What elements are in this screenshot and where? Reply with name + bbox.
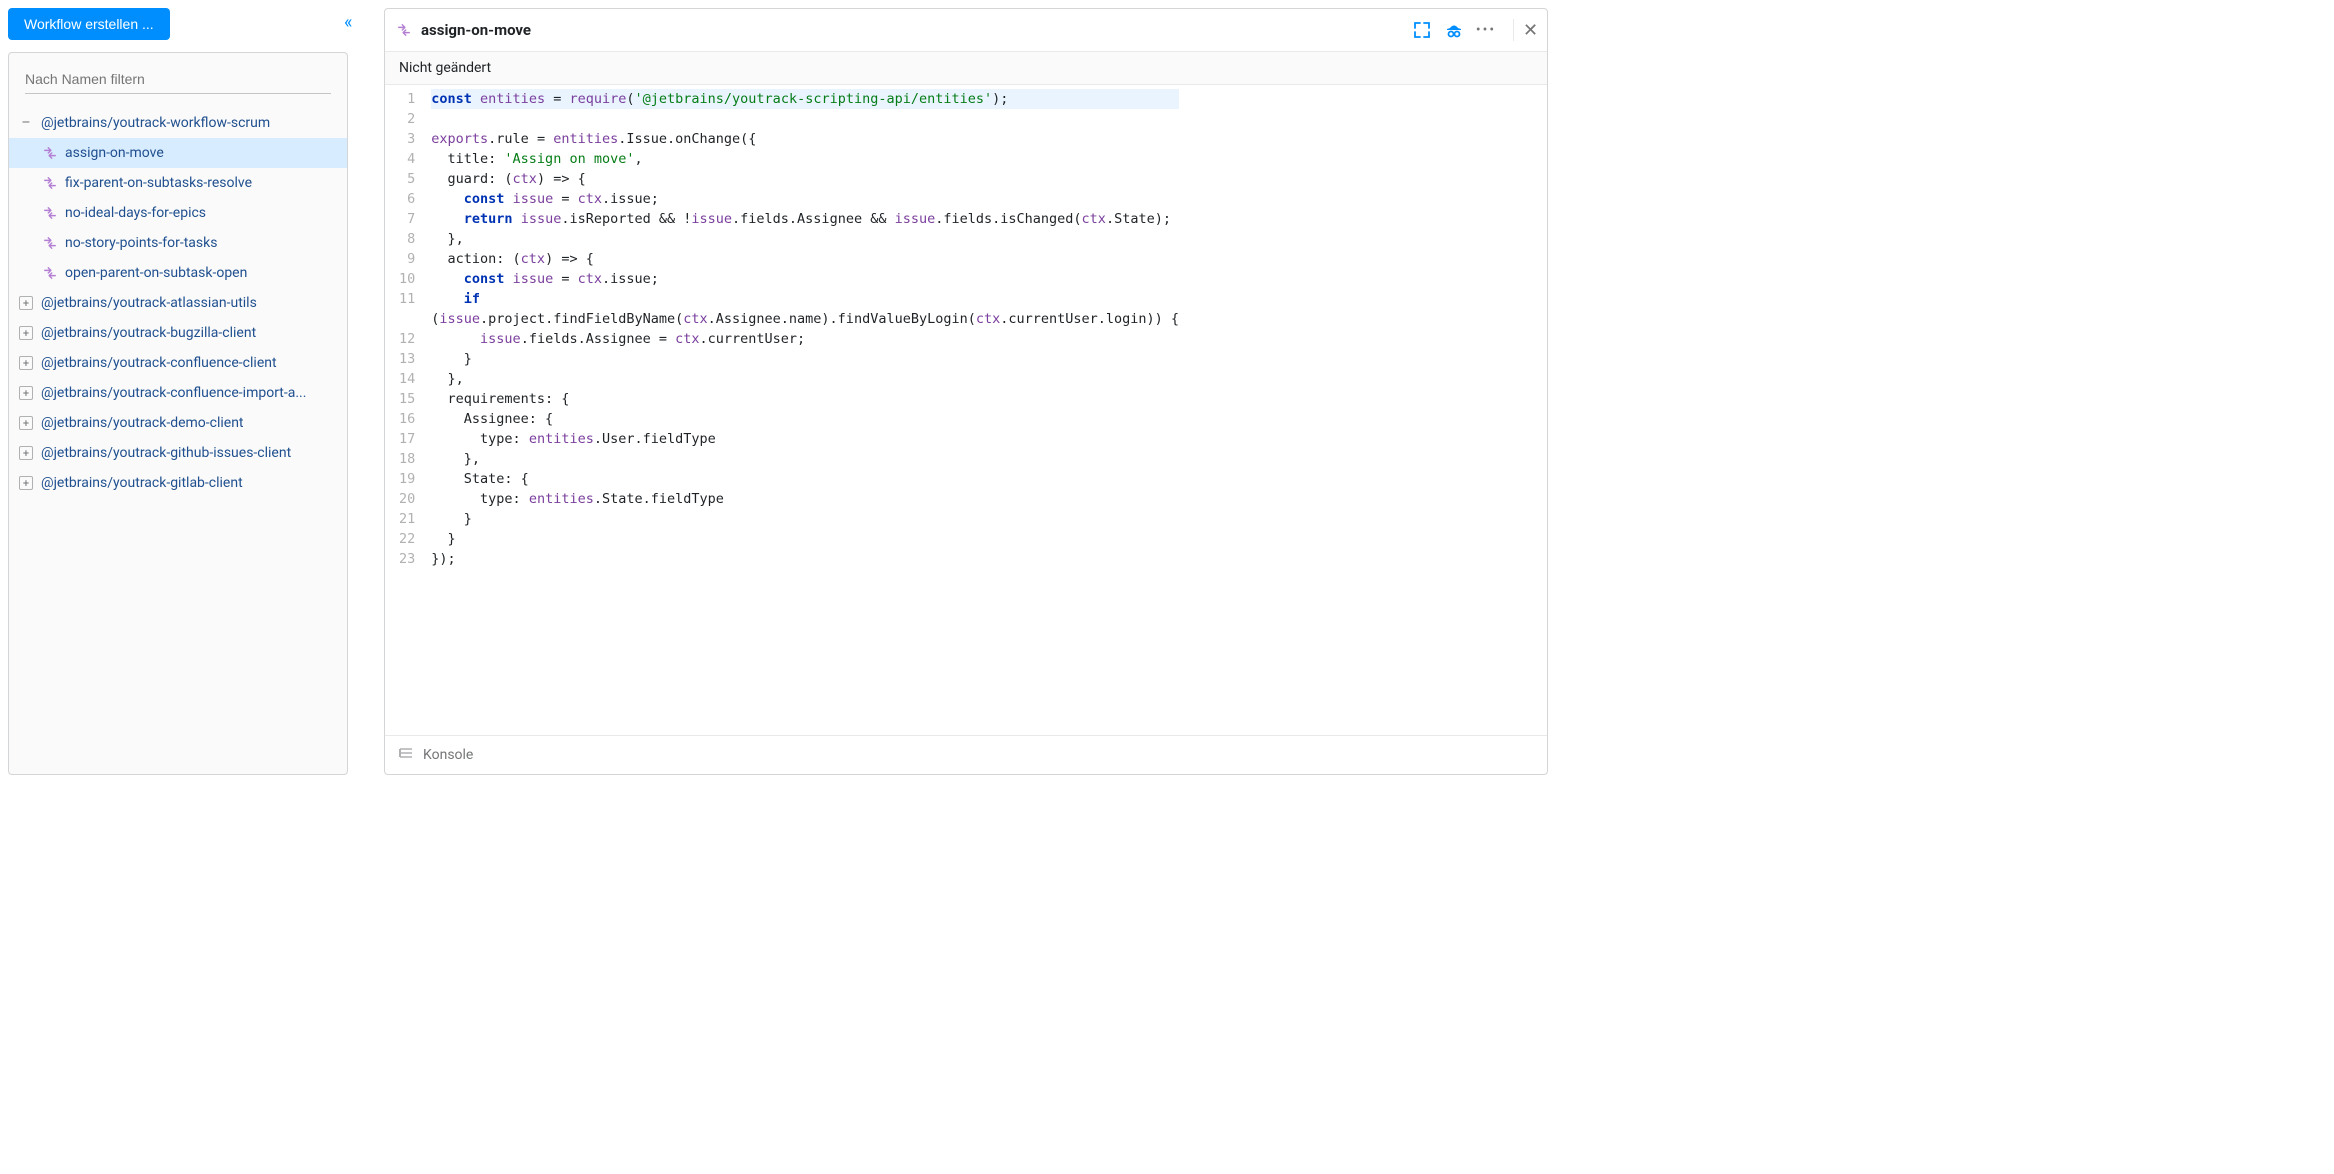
console-bar[interactable]: Konsole — [385, 735, 1547, 774]
tree-item[interactable]: fix-parent-on-subtasks-resolve — [9, 168, 347, 198]
editor-panel: assign-on-move ••• ✕ Nicht geändert 1234… — [384, 8, 1548, 775]
tree-item[interactable]: no-ideal-days-for-epics — [9, 198, 347, 228]
create-workflow-button[interactable]: Workflow erstellen ... — [8, 8, 170, 40]
tree-group[interactable]: –@jetbrains/youtrack-workflow-scrum — [9, 108, 347, 138]
tree-group[interactable]: + @jetbrains/youtrack-demo-client — [9, 408, 347, 438]
tree-group[interactable]: + @jetbrains/youtrack-gitlab-client — [9, 468, 347, 498]
tree-label: @jetbrains/youtrack-gitlab-client — [41, 475, 243, 491]
expand-icon[interactable]: + — [19, 446, 33, 460]
tree-label: open-parent-on-subtask-open — [65, 265, 247, 281]
tree-label: @jetbrains/youtrack-confluence-client — [41, 355, 277, 371]
tree-item[interactable]: open-parent-on-subtask-open — [9, 258, 347, 288]
workflow-tree-panel: –@jetbrains/youtrack-workflow-scrum assig… — [8, 52, 348, 775]
code-content[interactable]: const entities = require('@jetbrains/you… — [423, 85, 1187, 735]
tree-item[interactable]: assign-on-move — [9, 138, 347, 168]
editor-status: Nicht geändert — [385, 52, 1547, 85]
console-label: Konsole — [423, 747, 473, 763]
expand-icon[interactable]: + — [19, 356, 33, 370]
tree-label: @jetbrains/youtrack-bugzilla-client — [41, 325, 256, 341]
editor-header: assign-on-move ••• ✕ — [385, 9, 1547, 52]
expand-icon[interactable]: + — [19, 296, 33, 310]
expand-icon[interactable]: + — [19, 416, 33, 430]
tree-group[interactable]: + @jetbrains/youtrack-atlassian-utils — [9, 288, 347, 318]
expand-icon[interactable]: + — [19, 476, 33, 490]
tree-label: assign-on-move — [65, 145, 164, 161]
tree-label: @jetbrains/youtrack-confluence-import-a.… — [41, 385, 306, 401]
tree-item[interactable]: no-story-points-for-tasks — [9, 228, 347, 258]
tree-group[interactable]: + @jetbrains/youtrack-github-issues-clien… — [9, 438, 347, 468]
tree-label: @jetbrains/youtrack-demo-client — [41, 415, 244, 431]
tree-label: @jetbrains/youtrack-atlassian-utils — [41, 295, 257, 311]
tree-label: no-ideal-days-for-epics — [65, 205, 206, 221]
console-icon — [399, 746, 413, 764]
tree-label: @jetbrains/youtrack-github-issues-client — [41, 445, 291, 461]
workflow-rule-icon — [43, 236, 57, 250]
tree-label: fix-parent-on-subtasks-resolve — [65, 175, 252, 191]
editor-title: assign-on-move — [421, 21, 531, 39]
code-editor[interactable]: 1234567891011121314151617181920212223 co… — [385, 85, 1547, 735]
expand-icon[interactable]: + — [19, 326, 33, 340]
collapse-icon[interactable]: – — [19, 116, 33, 130]
collapse-sidebar-icon[interactable]: « — [344, 12, 352, 33]
tree-group[interactable]: + @jetbrains/youtrack-confluence-client — [9, 348, 347, 378]
workflow-tree: –@jetbrains/youtrack-workflow-scrum assig… — [9, 102, 347, 504]
tree-group[interactable]: + @jetbrains/youtrack-bugzilla-client — [9, 318, 347, 348]
incognito-icon[interactable] — [1443, 19, 1465, 41]
workflow-rule-icon — [43, 206, 57, 220]
expand-icon[interactable]: + — [19, 386, 33, 400]
tree-label: no-story-points-for-tasks — [65, 235, 217, 251]
workflow-rule-icon — [43, 266, 57, 280]
workflow-rule-icon — [397, 23, 411, 37]
workflow-rule-icon — [43, 176, 57, 190]
tree-group[interactable]: + @jetbrains/youtrack-confluence-import-a… — [9, 378, 347, 408]
close-icon[interactable]: ✕ — [1513, 19, 1535, 41]
tree-label: @jetbrains/youtrack-workflow-scrum — [41, 115, 270, 131]
more-actions-icon[interactable]: ••• — [1475, 19, 1497, 41]
filter-input[interactable] — [25, 65, 331, 94]
workflow-rule-icon — [43, 146, 57, 160]
line-gutter: 1234567891011121314151617181920212223 — [385, 85, 423, 735]
expand-icon[interactable] — [1411, 19, 1433, 41]
